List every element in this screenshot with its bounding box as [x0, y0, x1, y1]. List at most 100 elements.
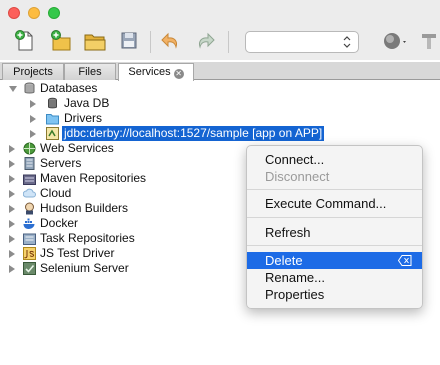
- hammer-icon: [422, 34, 436, 49]
- menu-item-label: Rename...: [265, 270, 325, 285]
- servers-icon: [24, 157, 35, 170]
- open-project-button[interactable]: [82, 29, 108, 53]
- hudson-icon: [25, 202, 34, 215]
- tree-node-cloud[interactable]: Cloud: [0, 186, 240, 201]
- disclosure-collapsed-icon[interactable]: [9, 220, 15, 228]
- context-menu: Connect... Disconnect Execute Command...…: [246, 145, 423, 309]
- task-repo-icon: [23, 233, 36, 245]
- tree-node-label: Cloud: [40, 186, 72, 200]
- db-connection-icon: [46, 127, 59, 140]
- disclosure-collapsed-icon[interactable]: [9, 265, 15, 273]
- tree-node-js-test-driver[interactable]: JS Test Driver: [0, 246, 240, 261]
- disclosure-collapsed-icon[interactable]: [9, 190, 15, 198]
- tree-node-task-repositories[interactable]: Task Repositories: [0, 231, 240, 246]
- menu-item-label: Properties: [265, 287, 325, 302]
- run-project-button[interactable]: [380, 29, 406, 53]
- new-file-icon: [15, 30, 33, 51]
- disclosure-collapsed-icon[interactable]: [9, 160, 15, 168]
- tree-node-label: Java DB: [64, 96, 110, 110]
- tab-services[interactable]: Services ✕: [118, 63, 194, 81]
- new-file-button[interactable]: [12, 29, 38, 53]
- tree-node-docker[interactable]: Docker: [0, 216, 240, 231]
- new-project-button[interactable]: [48, 29, 74, 53]
- tree-node-label: Servers: [40, 156, 82, 170]
- save-all-icon: [121, 32, 137, 49]
- tab-label: Services: [128, 66, 171, 78]
- new-project-icon: [51, 30, 71, 51]
- disclosure-collapsed-icon[interactable]: [30, 100, 36, 108]
- disclosure-collapsed-icon[interactable]: [9, 205, 15, 213]
- chevron-updown-icon: [343, 36, 351, 48]
- tree-node-drivers[interactable]: Drivers: [0, 111, 240, 126]
- tree-node-label: JS Test Driver: [40, 246, 115, 260]
- tree-node-web-services[interactable]: Web Services: [0, 141, 240, 156]
- js-test-driver-icon: [23, 247, 36, 260]
- disclosure-collapsed-icon[interactable]: [9, 145, 15, 153]
- redo-icon: [199, 32, 215, 49]
- delete-key-icon: [398, 255, 412, 266]
- disclosure-expanded-icon[interactable]: [9, 86, 17, 92]
- menu-item-rename[interactable]: Rename...: [247, 269, 422, 286]
- tab-label: Files: [78, 66, 102, 78]
- menu-item-properties[interactable]: Properties: [247, 286, 422, 303]
- tree-node-label: Task Repositories: [40, 231, 135, 245]
- menu-item-label: Connect...: [265, 152, 325, 167]
- disclosure-collapsed-icon[interactable]: [30, 115, 36, 123]
- cloud-icon: [23, 188, 36, 198]
- tree-node-java-db[interactable]: Java DB: [0, 96, 240, 111]
- menu-separator: [247, 217, 422, 218]
- java-db-icon: [48, 97, 57, 109]
- panel-tab-strip: Projects Files Services ✕: [0, 62, 440, 81]
- menu-separator: [247, 245, 422, 246]
- menu-item-label: Execute Command...: [265, 196, 387, 211]
- redo-button[interactable]: [192, 29, 218, 53]
- folder-icon: [46, 114, 59, 125]
- tree-node-maven-repositories[interactable]: Maven Repositories: [0, 171, 240, 186]
- tree-node-label: Hudson Builders: [40, 201, 129, 215]
- menu-item-refresh[interactable]: Refresh: [247, 224, 422, 241]
- globe-icon: [384, 33, 406, 49]
- menu-item-label: Disconnect: [265, 169, 330, 184]
- disclosure-collapsed-icon[interactable]: [30, 130, 36, 138]
- menu-item-connect[interactable]: Connect...: [247, 151, 422, 168]
- menu-item-label: Refresh: [265, 225, 311, 240]
- tree-node-label: Databases: [40, 81, 98, 95]
- close-tab-icon[interactable]: ✕: [173, 69, 184, 79]
- docker-icon: [23, 218, 35, 229]
- undo-button[interactable]: [158, 29, 184, 53]
- open-project-icon: [84, 34, 106, 51]
- disclosure-collapsed-icon[interactable]: [9, 175, 15, 183]
- tree-node-selenium-server[interactable]: Selenium Server: [0, 261, 240, 276]
- menu-item-execute-command[interactable]: Execute Command...: [247, 195, 422, 212]
- tree-node-label: Web Services: [40, 141, 114, 155]
- tree-node-label: Drivers: [64, 111, 102, 125]
- disclosure-collapsed-icon[interactable]: [9, 235, 15, 243]
- database-icon: [24, 82, 35, 94]
- tree-node-label: Maven Repositories: [40, 171, 147, 185]
- save-all-button[interactable]: [116, 29, 142, 53]
- tree-node-db-connection[interactable]: jdbc:derby://localhost:1527/sample [app …: [0, 126, 440, 141]
- configuration-combo[interactable]: [245, 31, 359, 53]
- tree-node-servers[interactable]: Servers: [0, 156, 240, 171]
- tab-label: Projects: [13, 66, 53, 78]
- toolbar: [0, 24, 440, 60]
- selenium-icon: [23, 262, 36, 275]
- minimize-window-button[interactable]: [28, 7, 40, 19]
- menu-item-delete[interactable]: Delete: [247, 252, 422, 269]
- maven-icon: [23, 174, 36, 185]
- tree-node-hudson-builders[interactable]: Hudson Builders: [0, 201, 240, 216]
- undo-icon: [161, 32, 177, 49]
- close-window-button[interactable]: [8, 7, 20, 19]
- clean-build-button[interactable]: [418, 29, 440, 53]
- toolbar-separator: [228, 31, 229, 53]
- tree-node-databases[interactable]: Databases: [0, 81, 240, 96]
- toolbar-separator: [150, 31, 151, 53]
- menu-item-label: Delete: [265, 253, 303, 268]
- tab-projects[interactable]: Projects: [2, 63, 64, 80]
- menu-item-disconnect: Disconnect: [247, 168, 422, 185]
- zoom-window-button[interactable]: [48, 7, 60, 19]
- tab-files[interactable]: Files: [64, 63, 116, 80]
- tree-node-label: jdbc:derby://localhost:1527/sample [app …: [62, 126, 325, 141]
- disclosure-collapsed-icon[interactable]: [9, 250, 15, 258]
- menu-separator: [247, 189, 422, 190]
